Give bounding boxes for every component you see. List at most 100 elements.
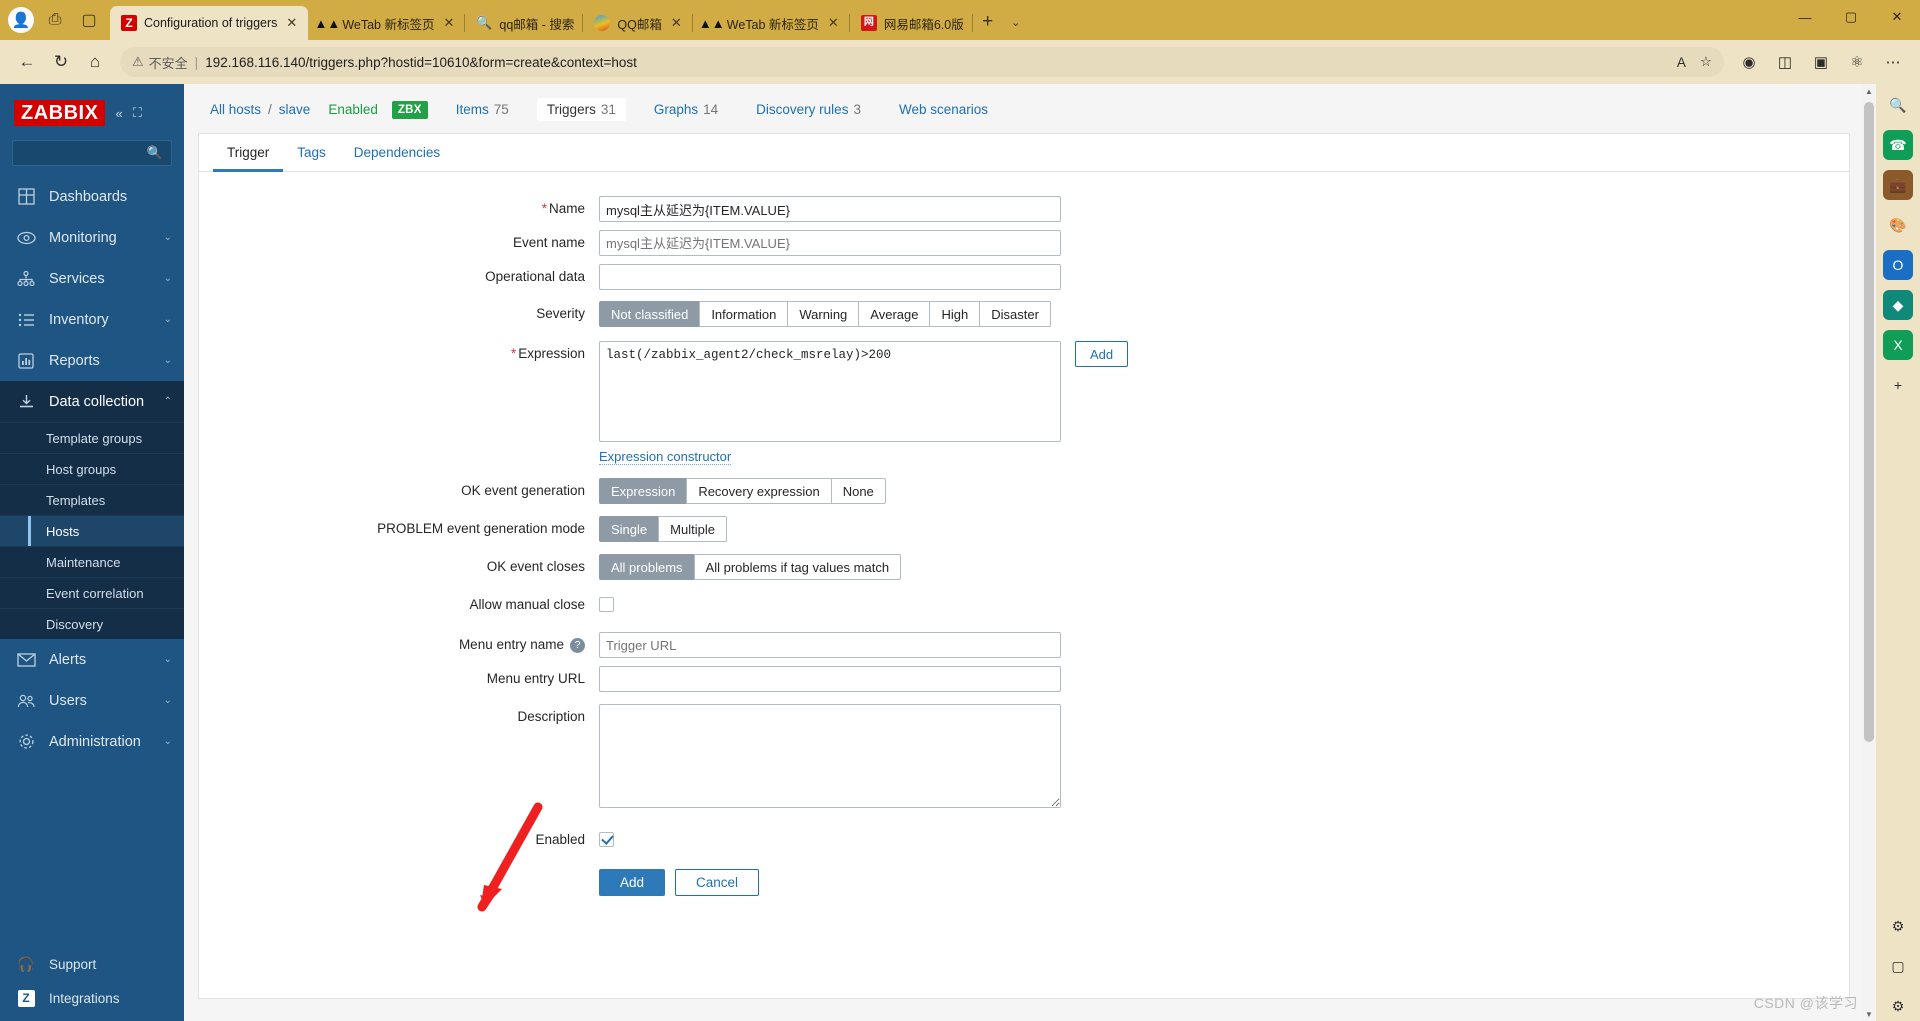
tab-copilot-icon[interactable]: ⎙ bbox=[38, 3, 72, 37]
name-input[interactable] bbox=[599, 196, 1061, 222]
sidebar-item-monitoring[interactable]: Monitoring ⌄ bbox=[0, 217, 184, 258]
sidebar-item-templates[interactable]: Templates bbox=[0, 484, 184, 515]
scrollbar-thumb[interactable] bbox=[1864, 102, 1874, 742]
sidebar-item-services[interactable]: Services ⌄ bbox=[0, 258, 184, 299]
tab-close-icon[interactable]: ✕ bbox=[826, 15, 841, 31]
edge-shopping-icon[interactable]: 💼 bbox=[1883, 170, 1913, 200]
description-textarea[interactable] bbox=[599, 704, 1061, 808]
split-screen-icon[interactable]: ◫ bbox=[1768, 45, 1802, 79]
breadcrumb-tab-graphs[interactable]: Graphs 14 bbox=[644, 98, 728, 121]
sidebar-item-administration[interactable]: Administration ⌄ bbox=[0, 721, 184, 762]
maximize-button[interactable]: ▢ bbox=[1828, 0, 1874, 34]
zabbix-brand[interactable]: ZABBIX « ⛶ bbox=[0, 84, 184, 136]
tab-list-chevron-down-icon[interactable]: ⌄ bbox=[1003, 7, 1029, 37]
menu-entry-url-input[interactable] bbox=[599, 666, 1061, 692]
sidebar-item-event-correlation[interactable]: Event correlation bbox=[0, 577, 184, 608]
tab-close-icon[interactable]: ✕ bbox=[669, 15, 684, 31]
browser-tab-3[interactable]: QQ邮箱 ✕ bbox=[583, 6, 694, 40]
settings-more-icon[interactable]: ⋯ bbox=[1876, 45, 1910, 79]
breadcrumb-all-hosts[interactable]: All hosts bbox=[210, 102, 261, 117]
tab-dependencies[interactable]: Dependencies bbox=[340, 134, 454, 172]
sidebar-item-hosts[interactable]: Hosts bbox=[0, 515, 184, 546]
edge-whatsapp-icon[interactable]: ☎ bbox=[1883, 130, 1913, 160]
expression-add-button[interactable]: Add bbox=[1075, 341, 1129, 367]
ok-event-closes-option-tag-match[interactable]: All problems if tag values match bbox=[693, 554, 902, 580]
sidebar-item-discovery[interactable]: Discovery bbox=[0, 608, 184, 639]
sidebar-item-template-groups[interactable]: Template groups bbox=[0, 422, 184, 453]
edge-excel-icon[interactable]: X bbox=[1883, 330, 1913, 360]
browser-tab-1[interactable]: ▲▲ WeTab 新标签页 ✕ bbox=[308, 6, 466, 40]
sidebar-item-integrations[interactable]: Z Integrations bbox=[0, 981, 184, 1015]
sidebar-item-reports[interactable]: Reports ⌄ bbox=[0, 340, 184, 381]
breadcrumb-host[interactable]: slave bbox=[279, 102, 311, 117]
event-name-input[interactable] bbox=[599, 230, 1061, 256]
page-scrollbar[interactable]: ▲ ▼ bbox=[1862, 84, 1876, 1021]
tab-trigger[interactable]: Trigger bbox=[213, 134, 284, 172]
edge-outlook-icon[interactable]: O bbox=[1883, 250, 1913, 280]
sidebar-item-host-groups[interactable]: Host groups bbox=[0, 453, 184, 484]
browser-tab-0[interactable]: Z Configuration of triggers ✕ bbox=[110, 6, 309, 40]
problem-event-option-multiple[interactable]: Multiple bbox=[658, 516, 727, 542]
scroll-up-arrow-icon[interactable]: ▲ bbox=[1862, 84, 1876, 98]
ok-event-option-none[interactable]: None bbox=[830, 478, 886, 504]
sidebar-item-users[interactable]: Users ⌄ bbox=[0, 680, 184, 721]
sidebar-item-alerts[interactable]: Alerts ⌄ bbox=[0, 639, 184, 680]
browser-essentials-icon[interactable]: ◉ bbox=[1732, 45, 1766, 79]
severity-option-warning[interactable]: Warning bbox=[787, 301, 859, 327]
browser-tab-5[interactable]: 网 网易邮箱6.0版 bbox=[850, 6, 973, 40]
severity-option-information[interactable]: Information bbox=[699, 301, 788, 327]
close-window-button[interactable]: ✕ bbox=[1874, 0, 1920, 34]
back-button[interactable]: ← bbox=[10, 45, 44, 79]
edge-browser-mode-icon[interactable]: ▢ bbox=[1883, 951, 1913, 981]
severity-option-high[interactable]: High bbox=[929, 301, 980, 327]
edge-search-icon[interactable]: 🔍 bbox=[1883, 90, 1913, 120]
expression-constructor-link[interactable]: Expression constructor bbox=[599, 449, 732, 465]
tab-tags[interactable]: Tags bbox=[283, 134, 340, 172]
sidebar-expand-icon[interactable]: ⛶ bbox=[133, 105, 142, 121]
search-icon[interactable]: 🔍 bbox=[147, 145, 163, 161]
new-tab-button[interactable]: + bbox=[973, 7, 1003, 37]
menu-entry-name-input[interactable] bbox=[599, 632, 1061, 658]
scroll-down-arrow-icon[interactable]: ▼ bbox=[1862, 1007, 1876, 1021]
sidebar-collapse-icon[interactable]: « bbox=[115, 106, 122, 121]
sidebar-item-support[interactable]: 🎧 Support bbox=[0, 947, 184, 981]
browser-tab-2[interactable]: 🔍 qq邮箱 - 搜索 bbox=[465, 6, 584, 40]
severity-option-disaster[interactable]: Disaster bbox=[979, 301, 1051, 327]
breadcrumb-tab-triggers[interactable]: Triggers 31 bbox=[536, 98, 626, 121]
home-button[interactable]: ⌂ bbox=[78, 45, 112, 79]
allow-manual-close-checkbox[interactable] bbox=[599, 597, 614, 612]
sidebar-item-data-collection[interactable]: Data collection ⌃ bbox=[0, 381, 184, 422]
edge-games-icon[interactable]: ◆ bbox=[1883, 290, 1913, 320]
sidebar-item-inventory[interactable]: Inventory ⌄ bbox=[0, 299, 184, 340]
sidebar-search-input[interactable]: 🔍 bbox=[12, 140, 172, 166]
breadcrumb-tab-web-scenarios[interactable]: Web scenarios bbox=[889, 98, 998, 121]
expression-textarea[interactable] bbox=[599, 341, 1061, 442]
ok-event-option-recovery-expression[interactable]: Recovery expression bbox=[686, 478, 831, 504]
read-aloud-icon[interactable]: A bbox=[1677, 55, 1686, 70]
browser-tab-4[interactable]: ▲▲ WeTab 新标签页 ✕ bbox=[693, 6, 850, 40]
profile-button[interactable]: 👤 bbox=[4, 3, 38, 37]
severity-option-average[interactable]: Average bbox=[858, 301, 930, 327]
address-bar[interactable]: ⚠ 不安全 | 192.168.116.140/triggers.php?hos… bbox=[120, 47, 1724, 77]
operational-data-input[interactable] bbox=[599, 264, 1061, 290]
sidebar-item-dashboards[interactable]: Dashboards bbox=[0, 176, 184, 217]
edge-settings-icon[interactable]: ⚙ bbox=[1883, 991, 1913, 1021]
vertical-tabs-icon[interactable]: ▢ bbox=[72, 3, 106, 37]
ok-event-closes-option-all-problems[interactable]: All problems bbox=[599, 554, 694, 580]
problem-event-option-single[interactable]: Single bbox=[599, 516, 659, 542]
sidebar-item-maintenance[interactable]: Maintenance bbox=[0, 546, 184, 577]
copilot-icon[interactable]: ⚛ bbox=[1840, 45, 1874, 79]
severity-option-not-classified[interactable]: Not classified bbox=[599, 301, 700, 327]
minimize-button[interactable]: — bbox=[1782, 0, 1828, 34]
add-button[interactable]: Add bbox=[599, 869, 666, 896]
edge-tools-icon[interactable]: 🎨 bbox=[1883, 210, 1913, 240]
breadcrumb-tab-items[interactable]: Items 75 bbox=[446, 98, 519, 121]
breadcrumb-tab-discovery-rules[interactable]: Discovery rules 3 bbox=[746, 98, 871, 121]
collections-icon[interactable]: ▣ bbox=[1804, 45, 1838, 79]
tab-close-icon[interactable]: ✕ bbox=[441, 15, 456, 31]
cancel-button[interactable]: Cancel bbox=[675, 869, 760, 896]
reload-button[interactable]: ↻ bbox=[44, 45, 78, 79]
favorite-star-icon[interactable]: ☆ bbox=[1700, 54, 1712, 70]
tab-close-icon[interactable]: ✕ bbox=[284, 15, 299, 31]
enabled-checkbox[interactable] bbox=[599, 832, 614, 847]
